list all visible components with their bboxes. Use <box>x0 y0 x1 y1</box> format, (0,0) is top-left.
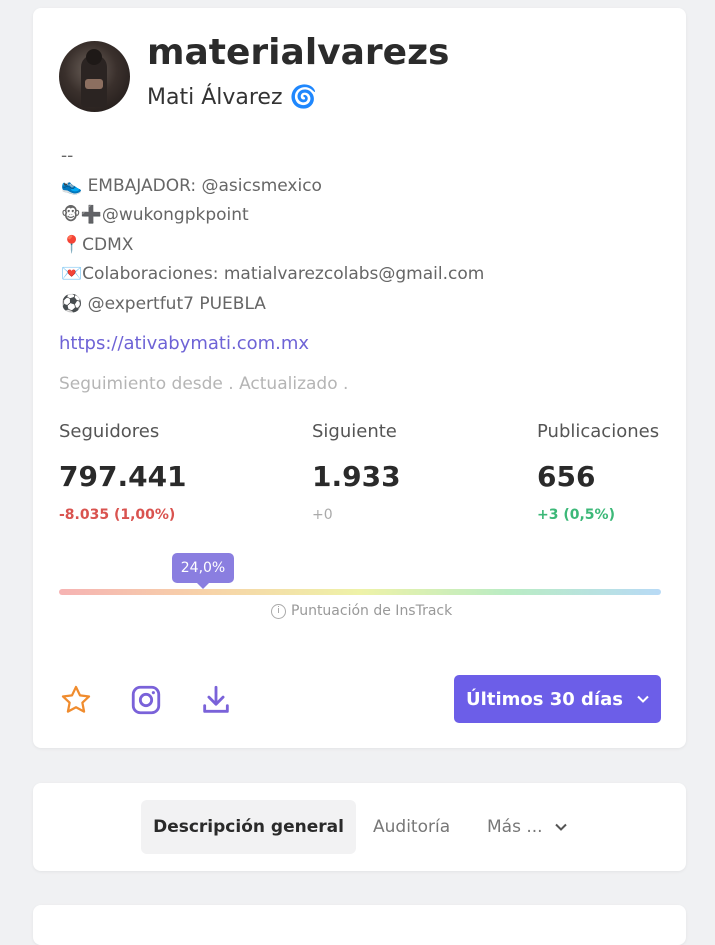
info-icon[interactable]: i <box>271 603 286 619</box>
username: materialvarezs <box>147 32 450 73</box>
tracking-info: Seguimiento desde . Actualizado . <box>59 374 349 394</box>
tab-more[interactable]: Más ... <box>487 800 567 854</box>
stat-value: 797.441 <box>59 460 187 493</box>
tabs-card: Descripción general Auditoría Más ... <box>33 783 686 871</box>
swirl-emoji: 🌀 <box>289 85 317 110</box>
stat-label: Publicaciones <box>537 421 660 442</box>
download-icon[interactable] <box>198 682 234 718</box>
stat-delta: +3 (0,5%) <box>537 507 615 523</box>
full-name: Mati Álvarez 🌀 <box>147 85 317 110</box>
tab-overview[interactable]: Descripción general <box>141 800 356 854</box>
bio-line: 👟 EMBAJADOR: @asicsmexico <box>61 175 322 196</box>
chevron-down-icon <box>637 695 649 703</box>
score-caption-text: Puntuación de InsTrack <box>291 603 453 619</box>
stat-delta: +0 <box>312 507 333 523</box>
score-bar <box>59 589 661 595</box>
avatar[interactable] <box>59 41 130 112</box>
stat-posts: Publicaciones 656 +3 (0,5%) <box>537 421 659 523</box>
bio-line: 💌Colaboraciones: matialvarezcolabs@gmail… <box>61 264 485 284</box>
profile-card: materialvarezs Mati Álvarez 🌀 -- 👟 EMBAJ… <box>33 8 686 748</box>
score-tooltip: 24,0% <box>172 553 234 589</box>
stat-followers: Seguidores 797.441 -8.035 (1,00%) <box>59 421 187 523</box>
instagram-icon[interactable] <box>128 682 164 718</box>
bio-line: 📍CDMX <box>61 234 134 255</box>
chevron-down-icon <box>554 823 567 831</box>
stat-label: Seguidores <box>59 421 160 442</box>
tab-more-label: Más ... <box>487 817 543 837</box>
bio-line: 🐵➕@wukongpkpoint <box>61 205 249 225</box>
next-card <box>33 905 686 945</box>
stat-following: Siguiente 1.933 +0 <box>312 421 401 523</box>
bio-line: ⚽ @expertfut7 PUEBLA <box>61 293 266 314</box>
website-link[interactable]: https://ativabymati.com.mx <box>59 333 309 354</box>
bio: -- 👟 EMBAJADOR: @asicsmexico 🐵➕@wukongpk… <box>61 142 484 319</box>
star-icon[interactable] <box>58 682 94 718</box>
score-caption: i Puntuación de InsTrack <box>271 603 452 619</box>
stat-value: 1.933 <box>312 460 401 493</box>
stat-label: Siguiente <box>312 421 397 442</box>
tab-audit[interactable]: Auditoría <box>373 800 450 854</box>
bio-line: -- <box>61 146 74 166</box>
date-range-button[interactable]: Últimos 30 días <box>454 675 661 723</box>
stat-delta: -8.035 (1,00%) <box>59 507 176 523</box>
date-range-label: Últimos 30 días <box>466 688 623 710</box>
stat-value: 656 <box>537 460 596 493</box>
